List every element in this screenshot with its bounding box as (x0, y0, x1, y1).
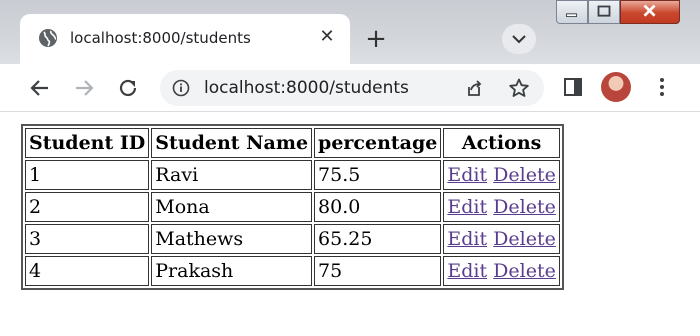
percentage-cell: 65.25 (314, 224, 442, 254)
info-icon[interactable] (172, 79, 190, 97)
column-header-student-name: Student Name (151, 128, 313, 158)
maximize-button[interactable] (588, 0, 620, 24)
table-row: 1 Ravi 75.5 Edit Delete (25, 160, 560, 190)
student-name-cell: Mathews (151, 224, 313, 254)
minimize-button[interactable] (556, 0, 588, 24)
tab-title: localhost:8000/students (70, 29, 251, 47)
column-header-student-id: Student ID (25, 128, 150, 158)
window-controls (552, 0, 700, 26)
forward-arrow-icon[interactable] (72, 76, 96, 100)
student-id-cell: 2 (25, 192, 150, 222)
edit-link[interactable]: Edit (447, 260, 487, 282)
browser-toolbar: localhost:8000/students (0, 64, 700, 112)
minimize-icon (566, 13, 578, 18)
back-arrow-icon[interactable] (28, 76, 52, 100)
table-row: 3 Mathews 65.25 Edit Delete (25, 224, 560, 254)
new-tab-button[interactable]: + (362, 26, 390, 54)
table-row: 2 Mona 80.0 Edit Delete (25, 192, 560, 222)
edit-link[interactable]: Edit (447, 196, 487, 218)
actions-cell: Edit Delete (443, 192, 560, 222)
more-menu-icon[interactable] (652, 76, 672, 98)
url-text: localhost:8000/students (204, 78, 409, 98)
student-name-cell: Mona (151, 192, 313, 222)
share-icon[interactable] (464, 78, 484, 98)
maximize-icon (597, 5, 611, 17)
chevron-down-icon (512, 35, 526, 44)
actions-cell: Edit Delete (443, 224, 560, 254)
student-id-cell: 4 (25, 256, 150, 286)
actions-cell: Edit Delete (443, 160, 560, 190)
delete-link[interactable]: Delete (493, 260, 556, 282)
column-header-percentage: percentage (314, 128, 442, 158)
side-panel-icon[interactable] (562, 76, 584, 98)
percentage-cell: 75.5 (314, 160, 442, 190)
student-name-cell: Ravi (151, 160, 313, 190)
delete-link[interactable]: Delete (493, 164, 556, 186)
percentage-cell: 80.0 (314, 192, 442, 222)
table-row: 4 Prakash 75 Edit Delete (25, 256, 560, 286)
globe-icon (39, 29, 57, 47)
close-icon (643, 4, 656, 17)
edit-link[interactable]: Edit (447, 164, 487, 186)
window-close-button[interactable] (620, 0, 680, 24)
student-id-cell: 1 (25, 160, 150, 190)
student-name-cell: Prakash (151, 256, 313, 286)
students-table: Student ID Student Name percentage Actio… (21, 124, 564, 290)
delete-link[interactable]: Delete (493, 196, 556, 218)
student-id-cell: 3 (25, 224, 150, 254)
percentage-cell: 75 (314, 256, 442, 286)
tab-close-icon[interactable]: ✕ (316, 26, 338, 48)
profile-avatar[interactable] (601, 72, 631, 102)
tab-search-button[interactable] (502, 24, 536, 54)
edit-link[interactable]: Edit (447, 228, 487, 250)
browser-tab[interactable]: localhost:8000/students ✕ (20, 14, 350, 64)
title-bar: localhost:8000/students ✕ + (0, 0, 700, 64)
address-bar[interactable]: localhost:8000/students (160, 70, 544, 106)
delete-link[interactable]: Delete (493, 228, 556, 250)
actions-cell: Edit Delete (443, 256, 560, 286)
table-header-row: Student ID Student Name percentage Actio… (25, 128, 560, 158)
reload-icon[interactable] (116, 76, 140, 100)
column-header-actions: Actions (443, 128, 560, 158)
bookmark-star-icon[interactable] (508, 77, 530, 99)
page-content: Student ID Student Name percentage Actio… (0, 113, 700, 336)
